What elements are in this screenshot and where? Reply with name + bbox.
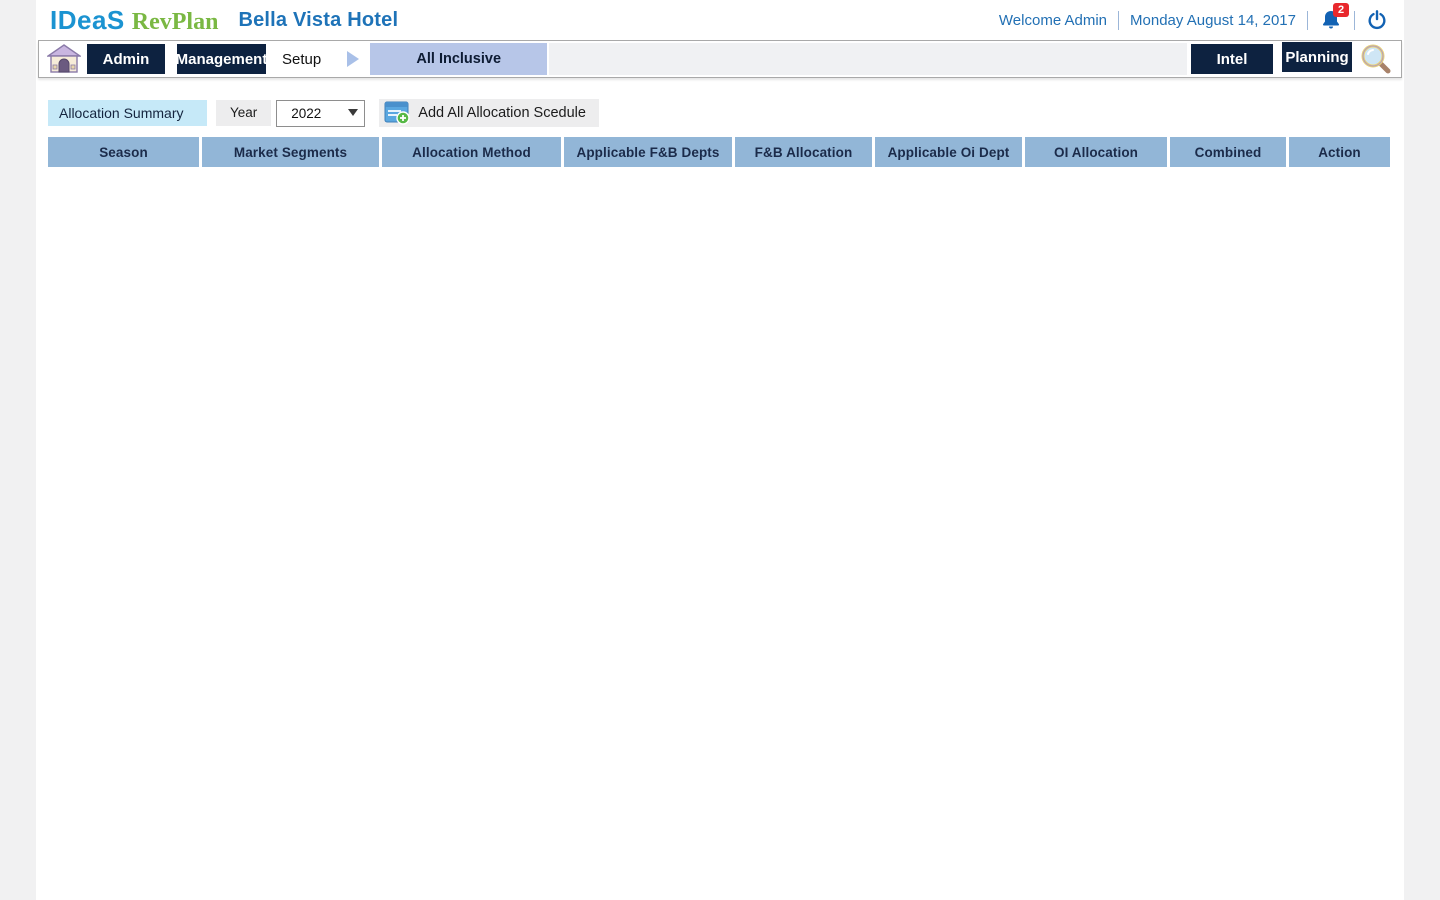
column-header-applicable-fb-depts[interactable]: Applicable F&B Depts (564, 137, 732, 167)
breadcrumb-arrow-icon (347, 51, 359, 67)
date-text: Monday August 14, 2017 (1130, 12, 1296, 29)
column-header-allocation-method[interactable]: Allocation Method (382, 137, 561, 167)
app-logo[interactable]: IDeaS RevPlan (50, 5, 218, 36)
header-separator (1354, 11, 1355, 30)
column-header-applicable-oi-dept[interactable]: Applicable Oi Dept (875, 137, 1022, 167)
column-header-season[interactable]: Season (48, 137, 199, 167)
search-magnifier-icon[interactable] (1359, 42, 1393, 76)
app-frame: IDeaS RevPlan Bella Vista Hotel Welcome … (36, 0, 1404, 900)
add-schedule-icon (384, 101, 410, 125)
column-header-action[interactable]: Action (1289, 137, 1390, 167)
add-button-label: Add All Allocation Scedule (418, 105, 586, 121)
year-select-wrap: 2022 (276, 100, 365, 127)
year-select[interactable]: 2022 (276, 100, 365, 127)
setup-label[interactable]: Setup (282, 51, 321, 68)
logo-revplan: RevPlan (132, 9, 219, 36)
table-body-empty (36, 167, 1404, 767)
empty-tab-strip (549, 43, 1187, 75)
planning-button[interactable]: Planning (1282, 42, 1352, 72)
header-separator (1307, 11, 1308, 30)
power-icon[interactable] (1366, 9, 1388, 31)
welcome-text: Welcome Admin (999, 12, 1107, 29)
column-header-combined[interactable]: Combined (1170, 137, 1286, 167)
hotel-name: Bella Vista Hotel (238, 9, 398, 32)
page-title: Allocation Summary (48, 100, 207, 126)
home-icon[interactable] (47, 44, 81, 74)
notification-bell-icon[interactable]: 2 (1319, 8, 1343, 32)
intel-button[interactable]: Intel (1191, 44, 1273, 74)
tab-all-inclusive[interactable]: All Inclusive (370, 43, 547, 75)
toolbar: Allocation Summary Year 2022 Add All (48, 99, 1392, 127)
column-header-oi-allocation[interactable]: OI Allocation (1025, 137, 1167, 167)
column-header-market-segments[interactable]: Market Segments (202, 137, 379, 167)
notification-count-badge: 2 (1333, 3, 1349, 17)
year-label: Year (216, 100, 271, 126)
add-allocation-schedule-button[interactable]: Add All Allocation Scedule (379, 99, 599, 127)
nav-bar: Admin Management Setup All Inclusive Int… (38, 40, 1402, 78)
top-header: IDeaS RevPlan Bella Vista Hotel Welcome … (36, 0, 1404, 40)
management-button[interactable]: Management (177, 44, 266, 74)
table-header-row: Season Market Segments Allocation Method… (48, 137, 1392, 167)
column-header-fb-allocation[interactable]: F&B Allocation (735, 137, 872, 167)
logo-ideas: IDeaS (50, 5, 125, 36)
header-right: Welcome Admin Monday August 14, 2017 2 (999, 8, 1388, 32)
admin-button[interactable]: Admin (87, 44, 165, 74)
header-separator (1118, 11, 1119, 30)
